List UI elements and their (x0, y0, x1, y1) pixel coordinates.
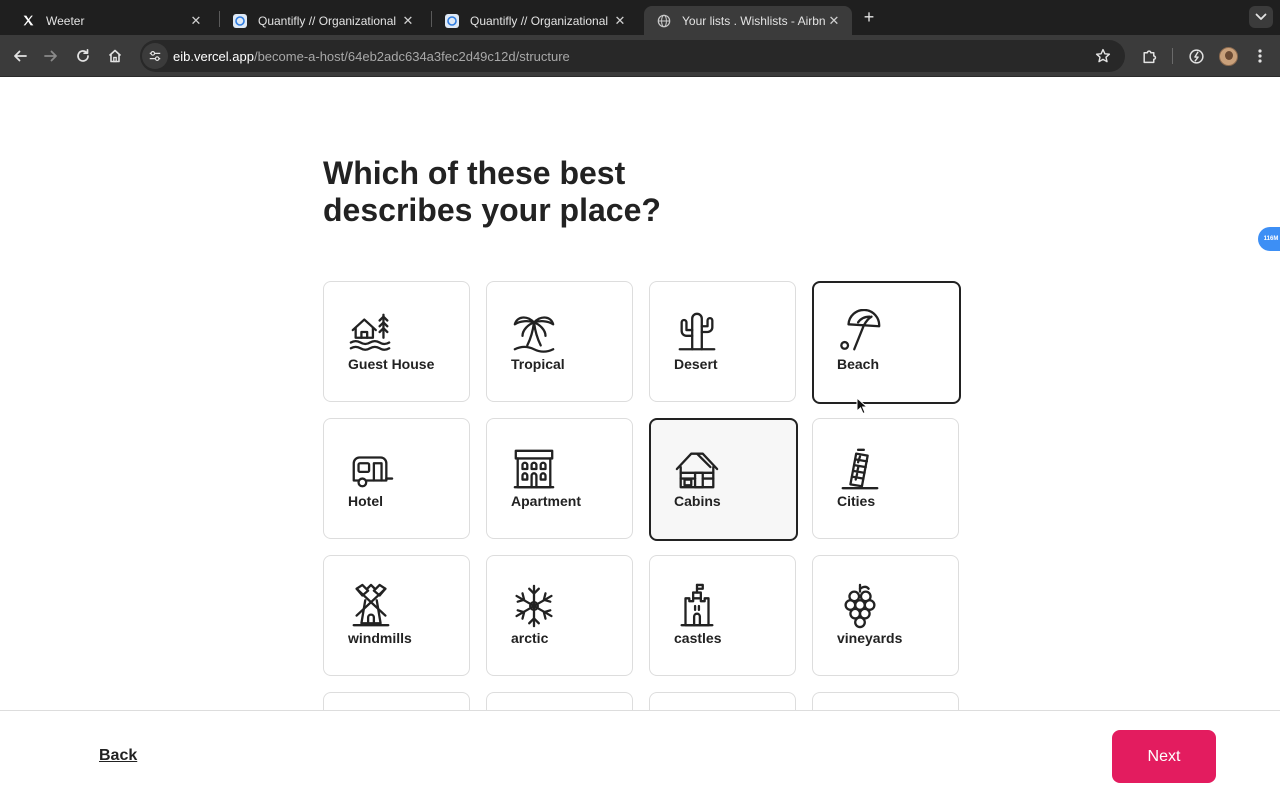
category-label: Guest House (348, 356, 435, 372)
globe-icon (656, 13, 672, 29)
extensions-puzzle-icon[interactable] (1137, 44, 1161, 68)
cactus-icon (674, 309, 720, 355)
category-card[interactable] (486, 692, 633, 710)
category-card-desert[interactable]: Desert (649, 281, 796, 402)
profile-avatar[interactable] (1219, 47, 1238, 66)
extension-floating-badge[interactable]: 116M (1258, 227, 1280, 251)
forward-arrow-icon[interactable] (39, 44, 63, 68)
browser-toolbar: eib.vercel.app/become-a-host/64eb2adc634… (0, 35, 1280, 77)
category-card[interactable] (649, 692, 796, 710)
beach-umbrella-icon (837, 309, 883, 355)
windmill-icon (348, 583, 394, 629)
tab-title: Your lists . Wishlists - Airbnb (682, 13, 826, 28)
site-settings-tune-icon[interactable] (142, 43, 168, 69)
category-label: Beach (837, 356, 880, 372)
category-label: Hotel (348, 493, 383, 509)
more-vertical-icon[interactable] (1248, 44, 1272, 68)
quantifly-icon (232, 13, 248, 29)
grapes-icon (837, 583, 883, 629)
category-card-apartment[interactable]: Apartment (486, 418, 633, 539)
category-label: castles (674, 630, 722, 646)
bookmark-star-icon[interactable] (1093, 46, 1113, 66)
close-icon[interactable]: ✕ (826, 13, 842, 29)
category-card-windmills[interactable]: windmills (323, 555, 470, 676)
guest-house-icon (348, 309, 394, 355)
category-label: windmills (348, 630, 412, 646)
camper-trailer-icon (348, 446, 394, 492)
snowflake-icon (511, 583, 557, 629)
category-label: Cabins (674, 493, 721, 509)
toolbar-divider (1172, 48, 1173, 64)
category-card-hotel[interactable]: Hotel (323, 418, 470, 539)
category-label: Tropical (511, 356, 565, 372)
cabin-icon (674, 446, 720, 492)
home-icon[interactable] (103, 44, 127, 68)
url-host: eib.vercel.app (173, 48, 254, 64)
back-link[interactable]: Back (99, 747, 137, 765)
close-icon[interactable]: ✕ (400, 13, 416, 29)
next-button[interactable]: Next (1112, 730, 1216, 783)
category-card-guest-house[interactable]: Guest House (323, 281, 470, 402)
category-label: Apartment (511, 493, 582, 509)
url-text: eib.vercel.app/become-a-host/64eb2adc634… (173, 49, 570, 64)
category-card[interactable] (323, 692, 470, 710)
castle-icon (674, 583, 720, 629)
quantifly-icon (444, 13, 460, 29)
leaning-tower-icon (837, 446, 883, 492)
category-card-cabins[interactable]: Cabins (649, 418, 798, 541)
category-card-arctic[interactable]: arctic (486, 555, 633, 676)
category-card-vineyards[interactable]: vineyards (812, 555, 959, 676)
category-card-castles[interactable]: castles (649, 555, 796, 676)
tab-search-chevron-down-icon[interactable] (1249, 6, 1273, 28)
address-bar[interactable]: eib.vercel.app/become-a-host/64eb2adc634… (140, 40, 1125, 72)
tab-title: Weeter (46, 13, 85, 28)
back-arrow-icon[interactable] (8, 44, 32, 68)
palm-tree-icon (511, 309, 557, 355)
browser-tab-bar: Weeter ✕ Quantifly // Organizational Dia… (0, 0, 1280, 35)
become-a-host-structure-page: Which of these best describes your place… (0, 77, 1280, 710)
close-icon[interactable]: ✕ (612, 13, 628, 29)
category-card[interactable] (812, 692, 959, 710)
browser-tab-airbnb-wishlists[interactable]: Your lists . Wishlists - Airbnb ✕ (644, 6, 852, 35)
x-logo-icon (20, 13, 36, 29)
category-label: arctic (511, 630, 549, 646)
browser-tab-weeter[interactable]: Weeter ✕ (8, 6, 214, 35)
page-title: Which of these best describes your place… (323, 155, 661, 228)
browser-tab-quantifly-2[interactable]: Quantifly // Organizational Dia ✕ (432, 6, 638, 35)
category-label: vineyards (837, 630, 903, 646)
close-icon[interactable]: ✕ (188, 13, 204, 29)
url-path: /become-a-host/64eb2adc634a3fec2d49c12d/… (253, 48, 570, 64)
category-label: Desert (674, 356, 718, 372)
tab-title: Quantifly // Organizational Dia (470, 13, 612, 28)
category-card-cities[interactable]: Cities (812, 418, 959, 539)
apartment-building-icon (511, 446, 557, 492)
category-card-tropical[interactable]: Tropical (486, 281, 633, 402)
category-card-beach[interactable]: Beach (812, 281, 961, 404)
new-tab-plus-icon[interactable]: + (860, 8, 878, 26)
mouse-cursor-icon (856, 397, 868, 415)
footer-navigation: Back Next (0, 710, 1280, 800)
performance-gauge-icon[interactable] (1184, 44, 1208, 68)
browser-tab-quantifly-1[interactable]: Quantifly // Organizational Dia ✕ (220, 6, 426, 35)
reload-icon[interactable] (71, 44, 95, 68)
category-label: Cities (837, 493, 876, 509)
tab-title: Quantifly // Organizational Dia (258, 13, 400, 28)
